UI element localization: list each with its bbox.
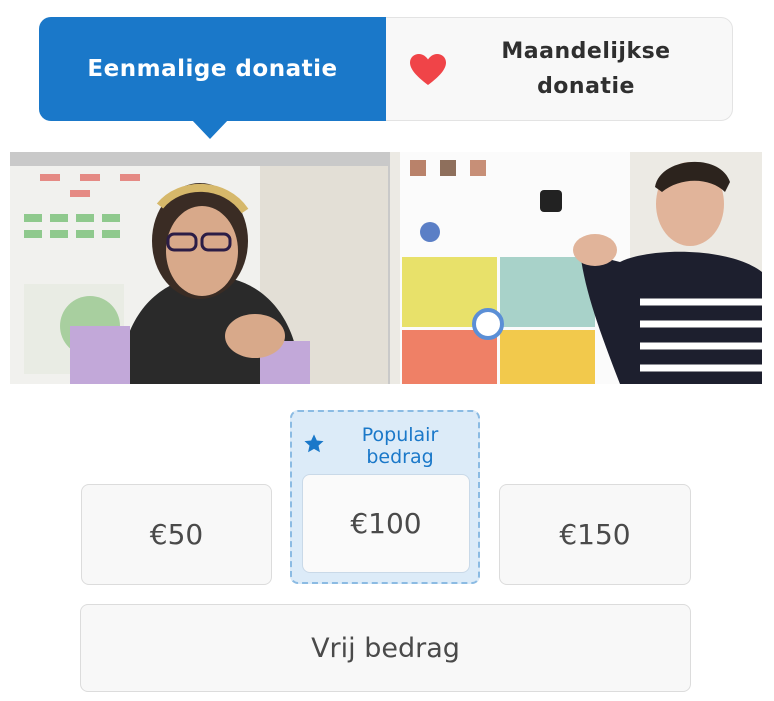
hero-photo — [10, 152, 762, 384]
amount-50-label: €50 — [149, 518, 204, 551]
monthly-donation-tab[interactable]: Maandelijkse donatie — [386, 18, 732, 120]
free-amount-button[interactable]: Vrij bedrag — [80, 604, 691, 692]
amount-150-button[interactable]: €150 — [499, 484, 691, 585]
photo-presenter-poster — [390, 152, 762, 384]
selected-tab-pointer — [191, 119, 229, 139]
popular-amount-label: Populair bedrag — [361, 424, 439, 468]
amount-100-button[interactable]: €100 — [302, 474, 470, 573]
photo-student-listening — [10, 166, 388, 384]
one-time-donation-label: Eenmalige donatie — [87, 56, 338, 82]
amount-50-button[interactable]: €50 — [81, 484, 272, 585]
monthly-donation-label: Maandelijkse donatie — [501, 39, 671, 99]
one-time-donation-tab[interactable]: Eenmalige donatie — [39, 17, 386, 139]
heart-icon — [410, 54, 446, 85]
donation-type-toggle: Eenmalige donatie Maandelijkse donatie — [39, 17, 733, 139]
amount-100-label: €100 — [350, 507, 422, 540]
free-amount-label: Vrij bedrag — [311, 632, 460, 664]
star-icon — [304, 434, 324, 453]
amount-150-label: €150 — [559, 518, 631, 551]
